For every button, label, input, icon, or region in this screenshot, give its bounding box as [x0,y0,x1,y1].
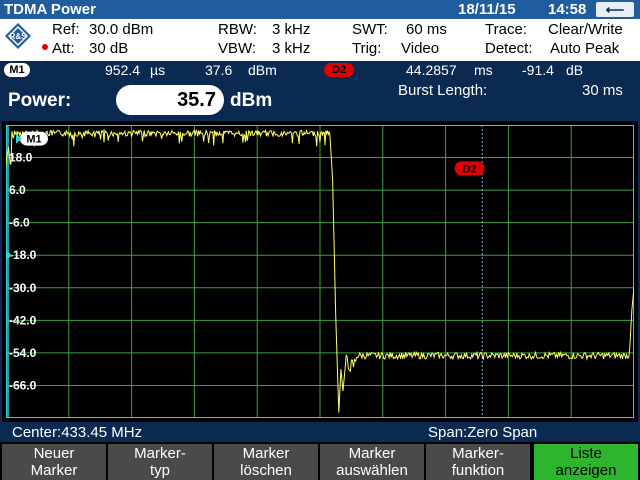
m1-plot-marker-label: M1 [26,134,41,146]
softkey-label: Marker- [134,445,186,462]
trace-label: Trace: [485,21,527,38]
power-label: Power: [8,90,72,111]
softkey-marker-type[interactable]: Marker-typ [108,444,212,480]
date-display: 18/11/15 [458,1,516,18]
detect-label: Detect: [485,40,533,57]
power-value-field[interactable]: 35.7 [116,85,224,115]
softkey-label: löschen [240,462,292,479]
softkey-label: auswählen [336,462,408,479]
softkey-label: Marker [348,445,396,462]
ref-value: 30.0 dBm [89,21,154,38]
d2-plot-marker-label: D2 [462,163,476,175]
m1-time: 952.4 [105,62,141,78]
swt-label: SWT: [352,21,388,38]
y-tick-label: -42.0 [9,313,37,327]
time-display: 14:58 [548,1,587,18]
back-button[interactable]: ⟵ [596,2,634,17]
span-label: Span:Zero Span [428,424,538,441]
att-warning-dot-icon [42,44,48,50]
y-tick-label: 6.0 [9,183,26,197]
softkey-new-marker[interactable]: Neuer Marker [2,444,106,480]
softkey-label: Marker [242,445,290,462]
settings-panel: Ref: 30.0 dBm Att: 30 dB RBW: 3 kHz VBW:… [0,19,640,61]
swt-value: 60 ms [406,21,447,38]
att-label: Att: [52,40,75,57]
softkey-delete-marker[interactable]: Marker löschen [214,444,318,480]
app-title: TDMA Power [4,1,96,18]
ref-label: Ref: [52,21,80,38]
back-arrow-icon: ⟵ [605,2,625,17]
y-tick-label: -54.0 [9,346,37,360]
detect-value: Auto Peak [550,40,620,57]
y-tick-label: -66.0 [9,378,37,392]
trace-plot[interactable]: 18.0 6.0 -6.0 -18.0 -30.0 -42.0 -54.0 -66.0 M1 D2 [6,125,634,418]
trace-value: Clear/Write [548,21,623,38]
softkey-bar: Neuer Marker Marker-typ Marker löschen Mar… [0,442,640,480]
y-tick-label: -18.0 [9,248,37,262]
m1-marker-badge[interactable]: M1 [4,63,30,77]
plot-footer: Center:433.45 MHz Span:Zero Span [0,422,640,442]
vbw-label: VBW: [218,40,257,57]
softkey-marker-function[interactable]: Marker-funktion [426,444,530,480]
title-bar: TDMA Power 18/11/15 14:58 ⟵ [0,0,640,19]
rbw-label: RBW: [218,21,257,38]
rbw-value: 3 kHz [272,21,311,38]
power-unit: dBm [230,90,273,111]
softkey-label: Neuer [33,445,75,462]
softkey-label: Marker- [452,445,504,462]
trig-value: Video [401,40,440,57]
marker-readout-bar: 952.4 µs 37.6 dBm 44.2857 ms -91.4 dB [0,61,640,79]
d2-time: 44.2857 [406,62,457,78]
softkey-select-marker[interactable]: Marker auswählen [320,444,424,480]
center-frequency: Center:433.45 MHz [12,424,143,441]
vbw-value: 3 kHz [272,40,311,57]
softkey-label: Liste [570,445,602,462]
d2-marker-badge[interactable]: D2 [324,63,354,77]
burst-length-value: 30 ms [582,82,623,99]
softkey-label: anzeigen [555,462,617,479]
d2-level: -91.4 [522,62,554,78]
d2-time-unit: ms [474,62,493,78]
att-value: 30 dB [89,40,129,57]
softkey-label: funktion [451,462,505,479]
m1-level-unit: dBm [248,62,277,78]
y-tick-label: 18.0 [9,151,33,165]
m1-time-unit: µs [150,62,166,78]
svg-text:R&S: R&S [10,32,28,41]
y-tick-label: -6.0 [9,216,30,230]
m1-level: 37.6 [205,62,233,78]
softkey-label: Marker [30,462,78,479]
d2-level-unit: dB [566,62,584,78]
trig-label: Trig: [352,40,382,57]
y-tick-label: -30.0 [9,281,37,295]
softkey-label: typ [149,462,170,479]
burst-length-label: Burst Length: [398,82,488,99]
softkey-show-list[interactable]: Liste anzeigen [534,444,638,480]
rohde-schwarz-logo-icon: R&S [5,23,31,49]
